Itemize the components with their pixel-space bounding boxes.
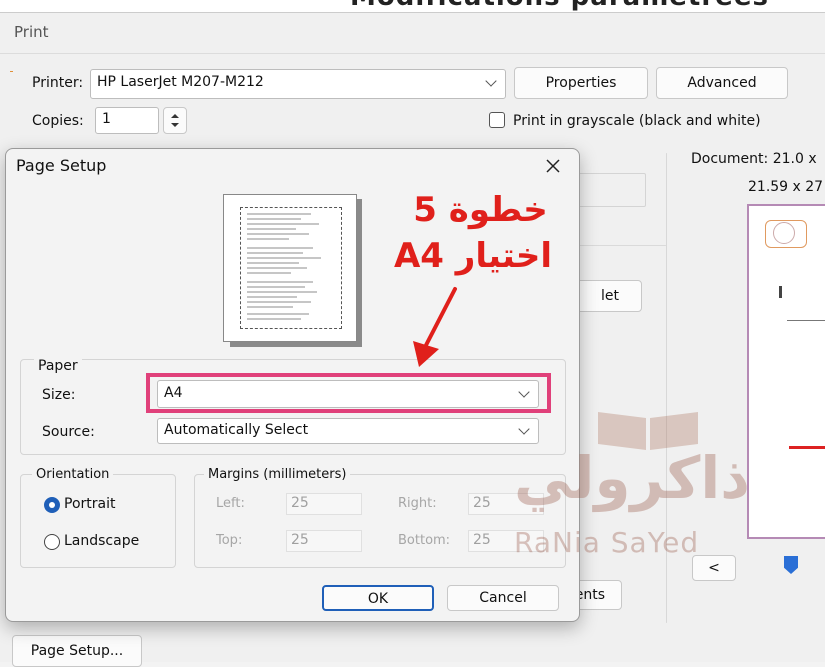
top-margin-label: Top: [216,533,243,548]
background-document-strip: Modifications paramétrées [0,0,825,12]
copies-value: 1 [102,111,111,127]
watermark-arabic: ذاكرولي [514,444,750,512]
copies-label: Copies: [32,113,84,129]
source-select[interactable]: Automatically Select [157,418,539,444]
left-margin-label: Left: [216,496,245,511]
advanced-button[interactable]: Advanced [656,67,788,99]
properties-button[interactable]: Properties [514,67,648,99]
preview-seal-icon [773,222,795,244]
close-icon-glyph [546,159,560,173]
top-margin-field[interactable]: 25 [286,530,362,552]
copies-stepper[interactable] [163,107,187,134]
margins-group-label: Margins (millimeters) [204,467,351,482]
document-size-label: Document: 21.0 x [691,151,817,167]
source-value: Automatically Select [164,422,309,438]
watermark-latin: RaNia SaYed [514,526,700,559]
close-icon[interactable] [542,155,564,177]
document-size-value: 21.59 x 27 [748,179,824,195]
annotation-instruction-text: اختيار A4 [393,236,553,276]
size-label: Size: [42,387,76,403]
grayscale-checkbox[interactable] [489,112,505,128]
orientation-group [20,474,176,568]
right-margin-label: Right: [398,496,437,511]
preview-line [787,320,825,321]
divider [0,53,825,54]
preview-red-text [789,446,825,449]
paper-group-label: Paper [34,358,82,374]
portrait-label: Portrait [64,496,116,512]
background-title-text: Modifications paramétrées [350,0,769,12]
zoom-slider-thumb[interactable] [784,556,798,574]
bottom-margin-label: Bottom: [398,533,451,548]
paper-preview-margins [240,207,342,329]
orientation-group-label: Orientation [32,467,114,482]
copies-input[interactable]: 1 [95,107,159,134]
size-highlight-box [146,373,551,413]
printer-label: Printer: [32,75,84,91]
accent-mark [10,71,13,72]
preview-text-mark [779,286,782,298]
landscape-radio[interactable] [44,534,60,550]
stepper-arrows-icon [171,114,179,127]
grayscale-label: Print in grayscale (black and white) [513,113,761,129]
printer-select[interactable]: HP LaserJet M207-M212 [90,69,506,99]
watermark-logo: ذاكرولي RaNia SaYed [508,408,768,568]
print-dialog-title: Print [14,23,49,41]
landscape-label: Landscape [64,533,140,549]
annotation-arrow-icon [413,287,457,367]
divider [566,245,666,246]
cancel-button[interactable]: Cancel [447,585,559,611]
printer-value: HP LaserJet M207-M212 [97,74,264,90]
page-setup-title: Page Setup [16,156,107,175]
page-setup-button[interactable]: Page Setup... [12,635,142,667]
paper-preview [223,194,357,342]
chevron-down-icon [485,75,497,87]
preview-text-lines-icon [247,213,321,320]
source-label: Source: [42,424,95,440]
left-margin-field[interactable]: 25 [286,493,362,515]
annotation-step-text: خطوة 5 [413,190,548,230]
portrait-radio[interactable] [44,497,60,513]
ok-button[interactable]: OK [322,585,434,611]
